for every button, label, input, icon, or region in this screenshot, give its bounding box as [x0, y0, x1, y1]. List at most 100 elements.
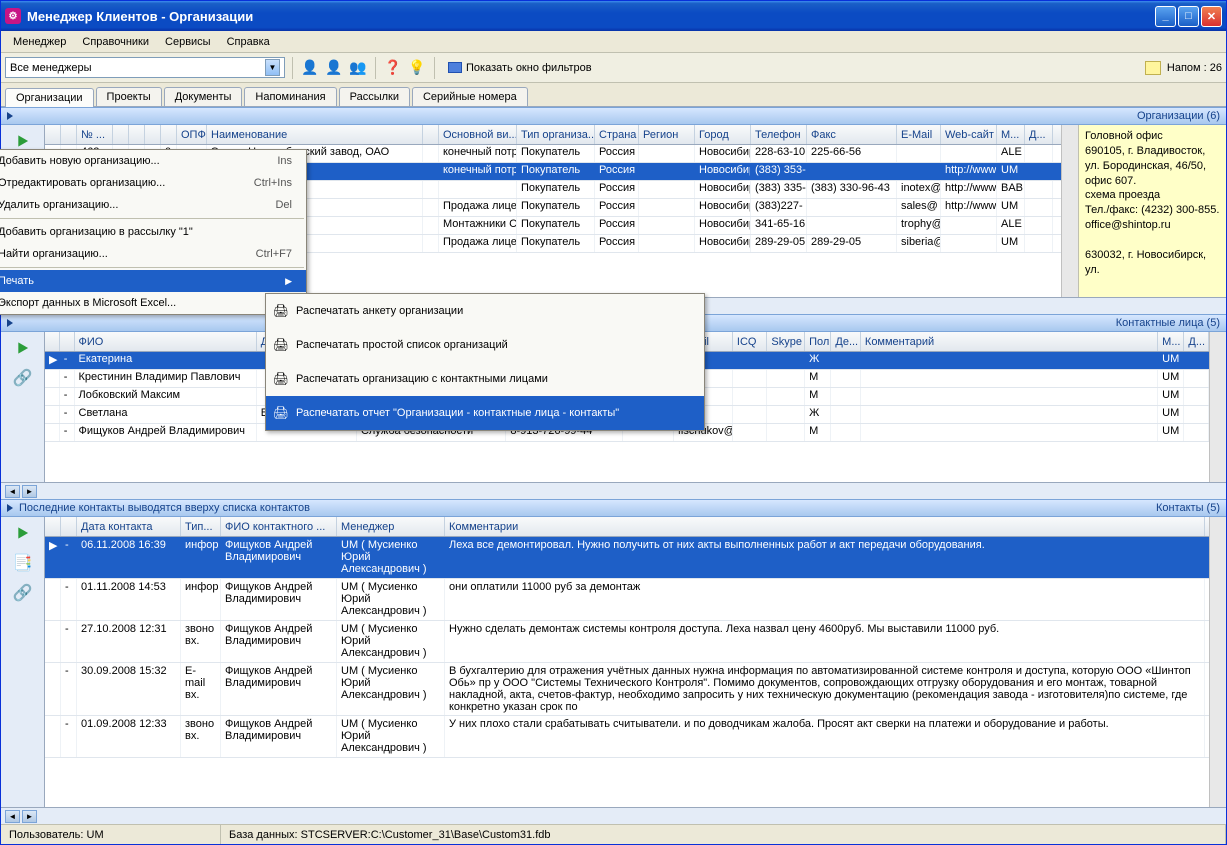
menu-item[interactable]: 🖨Печать▶	[0, 270, 306, 292]
column-header[interactable]: М...	[1158, 332, 1184, 351]
table-row[interactable]: -01.09.2008 12:33звоно вх.Фищуков Андрей…	[45, 716, 1209, 758]
bulb-icon[interactable]: 💡	[407, 58, 427, 78]
submenu-item[interactable]: 🖨Распечатать отчет "Организации - контак…	[266, 396, 704, 430]
vertical-scrollbar[interactable]	[1209, 332, 1226, 482]
column-header[interactable]	[60, 332, 75, 351]
expand-icon[interactable]	[7, 319, 13, 327]
toolbar: Все менеджеры ▼ 👤 👤 👥 ❓ 💡 Показать окно …	[1, 53, 1226, 83]
column-header[interactable]: М...	[997, 125, 1025, 144]
link-icon[interactable]: 🔗	[9, 366, 37, 390]
column-header[interactable]: Менеджер	[337, 517, 445, 536]
user-green-icon[interactable]: 👤	[300, 58, 320, 78]
play-button[interactable]	[9, 336, 37, 360]
table-row[interactable]: -30.09.2008 15:32E-mail вх.Фищуков Андре…	[45, 663, 1209, 716]
column-header[interactable]: ФИО	[75, 332, 257, 351]
column-header[interactable]: Д...	[1025, 125, 1053, 144]
table-row[interactable]: ▶-06.11.2008 16:39инфорФищуков Андрей Вл…	[45, 537, 1209, 579]
column-header[interactable]: ICQ	[733, 332, 767, 351]
column-header[interactable]: Наименование	[207, 125, 423, 144]
titlebar: ⚙ Менеджер Клиентов - Организации _ □ ✕	[1, 1, 1226, 31]
column-header[interactable]: Web-сайт	[941, 125, 997, 144]
copy-icon[interactable]: 📑	[9, 551, 37, 575]
column-header[interactable]: Страна	[595, 125, 639, 144]
column-header[interactable]: Комментарий	[861, 332, 1158, 351]
menu-manager[interactable]: Менеджер	[5, 34, 74, 50]
column-header[interactable]: Основной ви...	[439, 125, 517, 144]
column-header[interactable]	[161, 125, 177, 144]
column-header[interactable]: E-Mail	[897, 125, 941, 144]
status-db: База данных: STCSERVER:C:\Customer_31\Ba…	[221, 825, 1226, 844]
column-header[interactable]: Телефон	[751, 125, 807, 144]
column-header[interactable]: Комментарии	[445, 517, 1205, 536]
contacts-hscroll[interactable]: ◄ ►	[1, 482, 1226, 499]
vertical-scrollbar[interactable]	[1209, 517, 1226, 807]
user-orange-icon[interactable]: 👤	[324, 58, 344, 78]
column-header[interactable]	[61, 517, 77, 536]
column-header[interactable]	[113, 125, 129, 144]
org-info-panel: Головной офис690105, г. Владивосток, ул.…	[1078, 125, 1226, 297]
column-header[interactable]: Skype	[767, 332, 805, 351]
close-button[interactable]: ✕	[1201, 6, 1222, 27]
help-icon[interactable]: ❓	[383, 58, 403, 78]
column-header[interactable]	[423, 125, 439, 144]
menu-item[interactable]: ➕Добавить новую организацию...Ins	[0, 150, 306, 172]
submenu-item[interactable]: 🖨Распечатать анкету организации	[266, 294, 704, 328]
column-header[interactable]: № ...	[77, 125, 113, 144]
vertical-scrollbar[interactable]	[1061, 125, 1078, 297]
column-header[interactable]	[129, 125, 145, 144]
scroll-right-icon[interactable]: ►	[22, 810, 37, 823]
column-header[interactable]: Факс	[807, 125, 897, 144]
column-header[interactable]	[45, 332, 60, 351]
user-blue-icon[interactable]: 👥	[348, 58, 368, 78]
column-header[interactable]: Город	[695, 125, 751, 144]
menu-item[interactable]: ✉Добавить организацию в рассылку "1"	[0, 221, 306, 243]
menu-help[interactable]: Справка	[219, 34, 278, 50]
menu-item[interactable]: ✔Отредактировать организацию...Ctrl+Ins	[0, 172, 306, 194]
column-header[interactable]: ОПФ	[177, 125, 207, 144]
menu-item[interactable]: 📊Экспорт данных в Microsoft Excel...	[0, 292, 306, 314]
column-header[interactable]: ФИО контактного ...	[221, 517, 337, 536]
column-header[interactable]	[61, 125, 77, 144]
play-button[interactable]	[9, 521, 37, 545]
tab-organizations[interactable]: Организации	[5, 88, 94, 107]
tab-serials[interactable]: Серийные номера	[412, 87, 528, 106]
statusbar: Пользователь: UM База данных: STCSERVER:…	[1, 824, 1226, 844]
recent-hscroll[interactable]: ◄ ►	[1, 807, 1226, 824]
filter-button[interactable]: Показать окно фильтров	[442, 60, 598, 76]
scroll-right-icon[interactable]: ►	[22, 485, 37, 498]
column-header[interactable]: Д...	[1184, 332, 1209, 351]
tab-projects[interactable]: Проекты	[96, 87, 162, 106]
window-title: Менеджер Клиентов - Организации	[27, 9, 1155, 24]
tab-mailings[interactable]: Рассылки	[339, 87, 410, 106]
scroll-left-icon[interactable]: ◄	[5, 810, 20, 823]
column-header[interactable]: Дата контакта	[77, 517, 181, 536]
note-icon[interactable]	[1145, 61, 1161, 75]
column-header[interactable]: Де...	[831, 332, 861, 351]
recent-grid-header: Дата контактаТип...ФИО контактного ...Ме…	[45, 517, 1209, 537]
column-header[interactable]: Пол	[805, 332, 831, 351]
table-row[interactable]: -27.10.2008 12:31звоно вх.Фищуков Андрей…	[45, 621, 1209, 663]
menu-item[interactable]: ✖Удалить организацию...Del	[0, 194, 306, 216]
column-header[interactable]	[45, 517, 61, 536]
column-header[interactable]: Тип...	[181, 517, 221, 536]
submenu-item[interactable]: 🖨Распечатать организацию с контактными л…	[266, 362, 704, 396]
manager-combo[interactable]: Все менеджеры ▼	[5, 57, 285, 78]
menu-item[interactable]: 🔍Найти организацию...Ctrl+F7	[0, 243, 306, 265]
column-header[interactable]	[45, 125, 61, 144]
column-header[interactable]	[145, 125, 161, 144]
link-icon[interactable]: 🔗	[9, 581, 37, 605]
tab-documents[interactable]: Документы	[164, 87, 243, 106]
submenu-item[interactable]: 🖨Распечатать простой список организаций	[266, 328, 704, 362]
scroll-left-icon[interactable]: ◄	[5, 485, 20, 498]
menu-reference[interactable]: Справочники	[74, 34, 157, 50]
chevron-down-icon[interactable]: ▼	[265, 59, 280, 76]
minimize-button[interactable]: _	[1155, 6, 1176, 27]
maximize-button[interactable]: □	[1178, 6, 1199, 27]
column-header[interactable]: Регион	[639, 125, 695, 144]
menu-services[interactable]: Сервисы	[157, 34, 219, 50]
expand-icon[interactable]	[7, 112, 13, 120]
expand-icon[interactable]	[7, 504, 13, 512]
column-header[interactable]: Тип организа...	[517, 125, 595, 144]
table-row[interactable]: -01.11.2008 14:53инфорФищуков Андрей Вла…	[45, 579, 1209, 621]
tab-reminders[interactable]: Напоминания	[244, 87, 336, 106]
